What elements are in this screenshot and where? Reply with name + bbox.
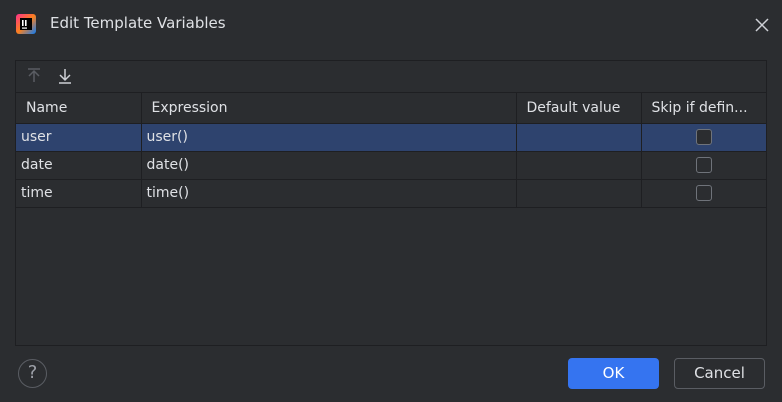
column-header-skip-if-defined[interactable]: Skip if defin...	[641, 93, 766, 124]
column-header-name[interactable]: Name	[16, 93, 142, 124]
cell-skip-if-defined	[641, 151, 766, 180]
cell-default-value[interactable]	[516, 151, 642, 180]
intellij-idea-icon	[16, 14, 36, 34]
skip-if-defined-checkbox[interactable]	[695, 129, 712, 145]
cell-skip-if-defined	[641, 123, 766, 152]
cell-name[interactable]: time	[16, 179, 142, 208]
table-toolbar	[16, 61, 766, 93]
help-button[interactable]: ?	[18, 359, 47, 388]
variables-panel: Name Expression Default value Skip if de…	[15, 60, 767, 346]
cell-skip-if-defined	[641, 179, 766, 208]
table-row[interactable]: date date()	[16, 151, 766, 180]
cell-default-value[interactable]	[516, 179, 642, 208]
column-header-expression[interactable]: Expression	[141, 93, 517, 124]
arrow-up-icon[interactable]	[25, 67, 43, 85]
ok-button[interactable]: OK	[568, 358, 659, 389]
cell-default-value[interactable]	[516, 123, 642, 152]
cell-expression[interactable]: user()	[141, 123, 517, 152]
cell-name[interactable]: user	[16, 123, 142, 152]
table-row[interactable]: time time()	[16, 179, 766, 208]
cell-expression[interactable]: date()	[141, 151, 517, 180]
cancel-button[interactable]: Cancel	[674, 358, 765, 389]
table-row[interactable]: user user()	[16, 123, 766, 152]
arrow-down-icon[interactable]	[56, 67, 74, 85]
table-header-row: Name Expression Default value Skip if de…	[16, 93, 766, 124]
column-header-default-value[interactable]: Default value	[516, 93, 642, 124]
variables-table: Name Expression Default value Skip if de…	[16, 93, 766, 208]
title-bar: Edit Template Variables	[0, 0, 782, 50]
skip-if-defined-checkbox[interactable]	[695, 157, 712, 173]
close-icon[interactable]	[754, 17, 770, 33]
cell-expression[interactable]: time()	[141, 179, 517, 208]
dialog-title: Edit Template Variables	[50, 14, 226, 32]
skip-if-defined-checkbox[interactable]	[695, 185, 712, 201]
cell-name[interactable]: date	[16, 151, 142, 180]
